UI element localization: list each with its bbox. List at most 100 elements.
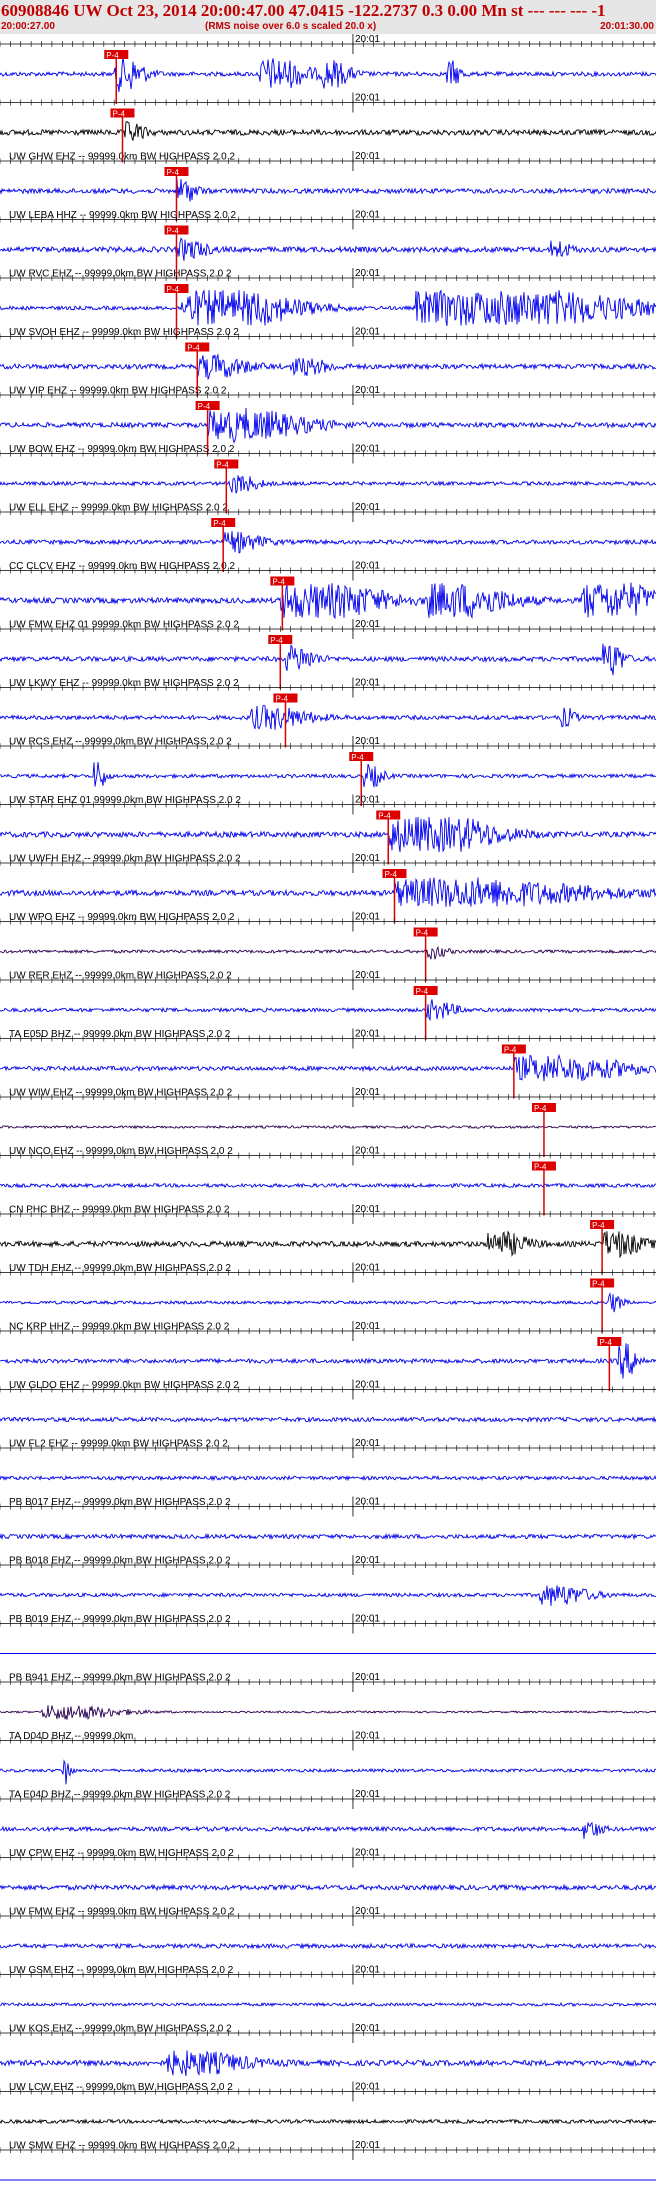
waveform-trace: [0, 289, 656, 326]
waveform-trace: [0, 2050, 656, 2077]
pick-label: P-4: [213, 519, 226, 528]
waveform-trace: [0, 1230, 656, 1259]
waveform-trace: [0, 1124, 656, 1130]
waveform-trace: [0, 582, 656, 620]
pick-label: P-4: [384, 870, 397, 879]
minute-mark-label: 20:01: [355, 1497, 380, 1508]
minute-mark-label: 20:01: [355, 970, 380, 981]
waveform-trace: [0, 1291, 656, 1313]
pick-label: P-4: [166, 168, 179, 177]
waveform-trace: [0, 643, 656, 676]
pick-label: P-4: [592, 1221, 605, 1230]
minute-mark-label: 20:01: [355, 1087, 380, 1098]
minute-mark-label: 20:01: [355, 1321, 380, 1332]
waveform-trace: [0, 945, 656, 960]
minute-mark-label: 20:01: [355, 1380, 380, 1391]
minute-mark-label: 20:01: [355, 561, 380, 572]
waveform-trace: [0, 2001, 656, 2008]
minute-mark-label: 20:01: [355, 210, 380, 221]
waveform-trace: [0, 1474, 656, 1482]
minute-mark-label: 20:01: [355, 1204, 380, 1215]
minute-mark-label: 20:01: [355, 912, 380, 923]
start-time: 20:00:27.00: [1, 21, 55, 32]
minute-mark-label: 20:01: [355, 1263, 380, 1274]
pick-label: P-4: [351, 753, 364, 762]
minute-mark-label: 20:01: [355, 327, 380, 338]
waveform-trace: [0, 1415, 656, 1423]
waveform-trace: [0, 531, 656, 554]
minute-mark-label: 20:01: [355, 853, 380, 864]
minute-mark-label: 20:01: [355, 678, 380, 689]
pick-label: P-4: [166, 227, 179, 236]
channel-row: 20:01UW GHW EHZ -- 99999.0km BW HIGHPASS…: [0, 92, 656, 163]
minute-mark-label: 20:01: [355, 1614, 380, 1625]
event-title: 60908846 UW Oct 23, 2014 20:00:47.00 47.…: [1, 1, 606, 20]
minute-mark-label: 20:01: [355, 1789, 380, 1800]
waveform-trace: [0, 1343, 656, 1379]
minute-mark-label: 20:01: [355, 736, 380, 747]
waveform-trace: [0, 1053, 656, 1082]
pick-label: P-4: [534, 1104, 547, 1113]
pick-label: P-4: [270, 636, 283, 645]
waveform-trace: [0, 705, 656, 730]
waveform-trace: [0, 877, 656, 907]
pick-label: P-4: [216, 461, 229, 470]
minute-mark-label: 20:01: [355, 2140, 380, 2151]
waveform-trace: [0, 121, 656, 141]
end-time: 20:01:30.00: [600, 21, 654, 32]
minute-mark-label: 20:01: [355, 1965, 380, 1976]
minute-mark-label: 20:01: [355, 1555, 380, 1566]
minute-mark-label: 20:01: [355, 385, 380, 396]
waveform-trace: [0, 1585, 656, 1606]
minute-mark-label: 20:01: [355, 1848, 380, 1859]
pick-label: P-4: [592, 1280, 605, 1289]
waveform-trace: [0, 1942, 656, 1950]
waveform-trace: [0, 1883, 656, 1892]
minute-mark-label: 20:01: [355, 34, 380, 45]
minute-mark-label: 20:01: [355, 1731, 380, 1742]
pick-label: P-4: [275, 695, 288, 704]
pick-label: P-4: [166, 285, 179, 294]
waveform-trace: [0, 1759, 656, 1785]
pick-label: P-4: [112, 110, 125, 119]
minute-mark-label: 20:01: [355, 1146, 380, 1157]
waveform-trace: [0, 353, 656, 380]
minute-mark-label: 20:01: [355, 1906, 380, 1917]
waveform-trace: [0, 475, 656, 494]
waveform-trace: [0, 2118, 656, 2125]
minute-mark-label: 20:01: [355, 502, 380, 513]
pick-label: P-4: [534, 1163, 547, 1172]
pick-label: P-4: [504, 1046, 517, 1055]
minute-mark-label: 20:01: [355, 444, 380, 455]
pick-label: P-4: [106, 51, 119, 60]
minute-mark-label: 20:01: [355, 619, 380, 630]
waveform-trace: [0, 407, 656, 444]
waveform-trace: [0, 999, 656, 1022]
waveform-trace: [0, 1821, 656, 1839]
minute-mark-label: 20:01: [355, 1029, 380, 1040]
waveform-trace: [0, 56, 656, 92]
pick-label: P-4: [416, 987, 429, 996]
channel-row: 20:01 P-4: [0, 34, 656, 104]
waveform-trace: [0, 1182, 656, 1189]
minute-mark-label: 20:01: [355, 1438, 380, 1449]
waveform-trace: [0, 237, 656, 261]
minute-mark-label: 20:01: [355, 151, 380, 162]
minute-mark-label: 20:01: [355, 2023, 380, 2034]
pick-label: P-4: [272, 578, 285, 587]
waveform-trace: [0, 178, 656, 202]
pick-label: P-4: [599, 1338, 612, 1347]
waveform-trace: [0, 1705, 656, 1720]
minute-mark-label: 20:01: [355, 93, 380, 104]
noise-note: (RMS noise over 6.0 s scaled 20.0 x): [205, 21, 377, 32]
waveform-trace: [0, 1532, 656, 1541]
minute-mark-label: 20:01: [355, 2082, 380, 2093]
header-bar: 60908846 UW Oct 23, 2014 20:00:47.00 47.…: [0, 0, 656, 34]
minute-mark-label: 20:01: [355, 268, 380, 279]
pick-label: P-4: [378, 812, 391, 821]
seismogram-plot: 20:01P-420:01UW GHW EHZ -- 99999.0km BW …: [0, 34, 656, 2181]
minute-mark-label: 20:01: [355, 1672, 380, 1683]
pick-label: P-4: [198, 402, 211, 411]
waveform-trace: [0, 816, 656, 853]
waveform-trace: [0, 762, 656, 788]
